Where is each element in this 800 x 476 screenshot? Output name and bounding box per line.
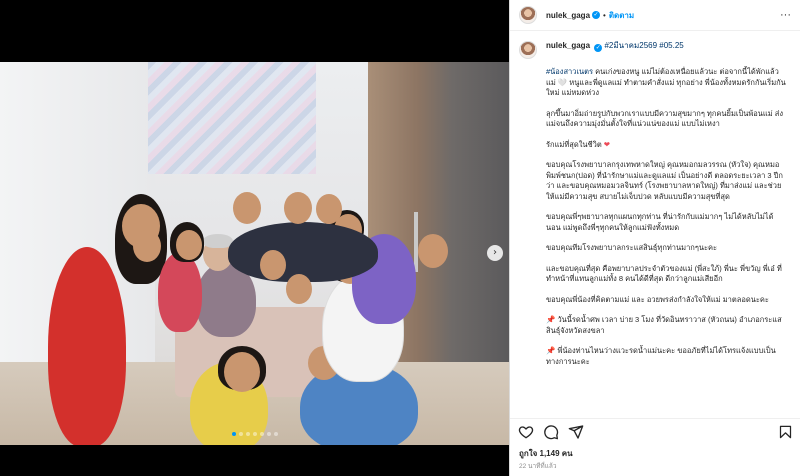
carousel-dots [0,432,509,436]
caption-text: ขอบคุณพี่น้องที่คิดตามแม่ และ อวยพรส่งกำ… [546,294,769,304]
carousel-dot[interactable] [238,432,243,436]
carousel-dot[interactable] [245,432,250,436]
more-options-icon[interactable]: ··· [780,9,791,21]
verified-badge-icon: ✓ [594,44,603,52]
hashtag-number[interactable]: #05.25 [659,41,683,50]
comment-icon[interactable] [543,424,559,440]
bookmark-icon[interactable] [778,424,793,440]
caption-text: รักแม่ที่สุดในชีวิต [546,139,602,149]
caption-text: ขอบคุณพี่ๆพยาบาลทุกแผนกทุกท่าน ที่น่ารัก… [546,212,774,232]
caption-paragraph: รักแม่ที่สุดในชีวิต ❤ [546,140,787,151]
caption-text: วันนี้รดน้ำศพ เวลา บ่าย 3 โมง ที่วัดอินท… [546,315,782,335]
caption-body: #น้องสาวเนตร คนเก่งของหนู แม่ไม่ต้องเหนื… [546,67,787,367]
separator-dot: • [603,10,606,20]
person-head [233,192,261,224]
hashtag-date[interactable]: #2มีนาคม2569 [604,41,657,50]
hashtag-link[interactable]: #น้องสาวเนตร [546,67,593,76]
carousel-dot[interactable] [259,432,264,436]
caption-text: พี่น้องท่านไหนว่างแวะรดน้ำแม่นะคะ ขออภัย… [546,346,776,366]
carousel-dot[interactable] [252,432,257,436]
person-head [224,352,260,392]
photo-curtain [148,62,316,174]
carousel-dot[interactable] [273,432,278,436]
chevron-right-icon[interactable]: › [487,245,503,261]
caption-text: ขอบคุณโรงพยาบาลกรุงเทพหาดใหญ่ คุณหมอกมลว… [546,160,783,201]
caption-paragraph: ขอบคุณพี่น้องที่คิดตามแม่ และ อวยพรส่งกำ… [546,295,787,306]
person-head [286,274,312,304]
pin-icon: 📌 [546,315,556,324]
post-timestamp[interactable]: 22 นาทีที่แล้ว [519,461,557,471]
verified-badge-icon: ✓ [592,11,601,19]
person-head [176,230,202,260]
caption-username[interactable]: nulek_gaga [546,41,590,50]
caption-paragraph: 📌 พี่น้องท่านไหนว่างแวะรดน้ำแม่นะคะ ขออภ… [546,346,787,367]
person-back-row [228,222,378,282]
caption-paragraph: ลุกขึ้นมาอิ่มถ่ายรูปกับพวกเราแบบมีความสุ… [546,109,787,130]
red-heart-icon: ❤ [603,139,611,149]
post-media-pane: › [0,0,509,476]
post-photo[interactable] [0,62,509,445]
person-head [316,194,342,224]
person-head [284,192,312,224]
caption-header-text: nulek_gaga ✓ #2มีนาคม2569 #05.25 [546,40,684,52]
carousel-dot[interactable] [231,432,236,436]
person-red-dress [48,247,126,445]
caption-paragraph: ขอบคุณทีมโรงพยาบาลกระแสสินธุ์ทุกท่านมากๆ… [546,243,787,254]
caption-paragraph: และขอบคุณที่สุด คือพยาบาลประจำตัวของแม่ … [546,264,787,285]
caption-paragraph: ขอบคุณโรงพยาบาลกรุงเทพหาดใหญ่ คุณหมอกมลว… [546,160,787,202]
person-pink-shirt [158,252,202,332]
caption-paragraph: #น้องสาวเนตร คนเก่งของหนู แม่ไม่ต้องเหนื… [546,67,787,99]
likes-count[interactable]: ถูกใจ 1,149 คน [519,447,573,460]
caption-paragraph: 📌 วันนี้รดน้ำศพ เวลา บ่าย 3 โมง ที่วัดอิ… [546,315,787,336]
carousel-dot[interactable] [266,432,271,436]
pin-icon: 📌 [546,346,556,355]
caption-text: และขอบคุณที่สุด คือพยาบาลประจำตัวของแม่ … [546,263,782,284]
post-header: nulek_gaga ✓ • ติดตาม ··· [510,0,800,31]
caption-area: nulek_gaga ✓ #2มีนาคม2569 #05.25 #น้องสา… [510,31,800,416]
caption-text: ลุกขึ้นมาอิ่มถ่ายรูปกับพวกเราแบบมีความสุ… [546,108,784,129]
follow-button[interactable]: ติดตาม [609,9,634,22]
caption-text: ขอบคุณทีมโรงพยาบาลกระแสสินธุ์ทุกท่านมากๆ… [546,243,718,252]
caption-header: nulek_gaga ✓ #2มีนาคม2569 #05.25 [519,40,787,59]
action-bar [510,418,800,444]
avatar[interactable] [519,41,537,59]
person-head [133,230,161,262]
avatar[interactable] [519,6,537,24]
caption-paragraph: ขอบคุณพี่ๆพยาบาลทุกแผนกทุกท่าน ที่น่ารัก… [546,212,787,233]
header-username[interactable]: nulek_gaga [546,11,590,20]
heart-outline-icon[interactable] [518,424,534,440]
person-head [260,250,286,280]
paper-plane-icon[interactable] [568,424,584,440]
post-side-panel: nulek_gaga ✓ • ติดตาม ··· nulek_gaga ✓ #… [509,0,800,476]
person-head [418,234,448,268]
